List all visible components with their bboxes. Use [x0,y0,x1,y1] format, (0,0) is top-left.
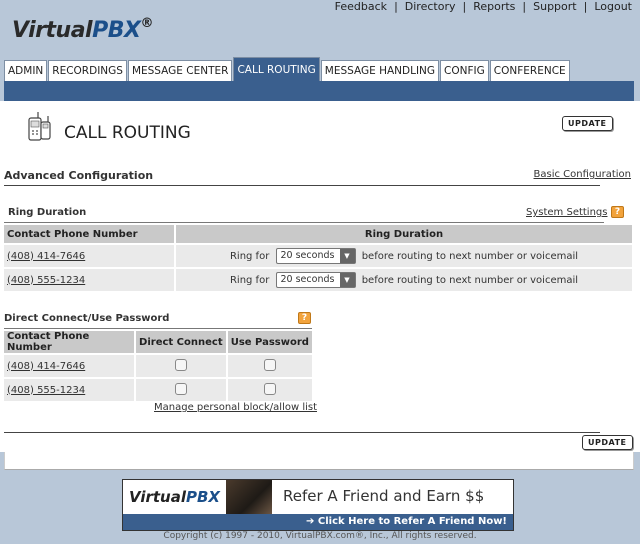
tab-conference[interactable]: CONFERENCE [489,60,570,81]
ring-duration-table: Contact Phone Number Ring Duration (408)… [2,223,634,293]
use-password-checkbox[interactable] [263,358,276,371]
ring-for-label: Ring for [229,251,270,262]
advanced-configuration-heading: Advanced Configuration [4,169,154,182]
table-row: (408) 555-1234 Ring for 20 seconds ▼ befo… [4,269,632,291]
update-button-top[interactable]: UPDATE [562,116,613,131]
phone-link[interactable]: (408) 414-7646 [7,361,85,372]
phone-link[interactable]: (408) 555-1234 [7,275,85,286]
select-value: 20 seconds [280,250,335,261]
separator: | [522,0,527,13]
update-button-bottom[interactable]: UPDATE [582,435,633,450]
use-password-checkbox[interactable] [263,382,276,395]
ring-duration-cell: Ring for 20 seconds ▼ before routing to n… [176,245,632,267]
phone-cell: (408) 555-1234 [4,269,174,291]
direct-connect-checkbox[interactable] [174,358,187,371]
brand-logo: VirtualPBX® [12,16,153,43]
support-link[interactable]: Support [533,0,576,13]
direct-connect-table: Contact Phone Number Direct Connect Use … [2,329,314,403]
tab-config[interactable]: CONFIG [440,60,489,81]
tab-bar [4,81,634,101]
banner-photo [226,480,272,514]
table-header-row: Contact Phone Number Direct Connect Use … [4,331,312,353]
select-value: 20 seconds [280,274,335,285]
ring-duration-select[interactable]: 20 seconds ▼ [275,272,356,288]
banner-logo-main: Virtual [129,488,186,506]
direct-connect-checkbox[interactable] [174,382,187,395]
divider [4,432,600,433]
table-row: (408) 414-7646 [4,355,312,377]
manage-block-allow-link[interactable]: Manage personal block/allow list [154,402,317,413]
ring-duration-cell: Ring for 20 seconds ▼ before routing to n… [176,269,632,291]
phone-icon [28,112,51,141]
separator: | [583,0,588,13]
help-icon[interactable]: ? [298,312,311,324]
column-header: Direct Connect [136,331,226,353]
ring-for-label: Ring for [229,275,270,286]
banner-logo: VirtualPBX [129,488,220,506]
basic-configuration-link[interactable]: Basic Configuration [534,169,631,180]
tab-call-routing[interactable]: CALL ROUTING [233,57,320,81]
tab-admin[interactable]: ADMIN [4,60,48,81]
separator: | [394,0,398,13]
phone-cell: (408) 555-1234 [4,379,134,401]
column-header: Use Password [227,331,312,353]
page-title: CALL ROUTING [64,123,191,143]
phone-link[interactable]: (408) 414-7646 [7,251,85,262]
tab-recordings[interactable]: RECORDINGS [48,60,127,81]
table-header-row: Contact Phone Number Ring Duration [4,225,632,243]
help-icon[interactable]: ? [611,206,624,218]
direct-connect-cell [136,355,226,377]
after-label: before routing to next number or voicema… [361,251,579,262]
chevron-down-icon: ▼ [339,273,355,287]
refer-friend-banner[interactable]: VirtualPBX Refer A Friend and Earn $$ ➔ … [122,479,514,531]
reports-link[interactable]: Reports [473,0,515,13]
tab-message-center[interactable]: MESSAGE CENTER [127,60,233,81]
divider [4,185,600,186]
tab-message-handling[interactable]: MESSAGE HANDLING [320,60,440,81]
logo-text-main: Virtual [12,18,93,43]
copyright-text: Copyright (c) 1997 - 2010, VirtualPBX.co… [163,531,477,541]
logo-registered-mark: ® [140,16,153,31]
refer-friend-cta[interactable]: ➔ Click Here to Refer A Friend Now! [123,514,513,530]
ring-duration-select[interactable]: 20 seconds ▼ [275,248,356,264]
main-tabs: ADMIN RECORDINGS MESSAGE CENTER CALL ROU… [4,57,571,81]
column-header: Ring Duration [176,225,632,243]
table-row: (408) 555-1234 [4,379,312,401]
feedback-link[interactable]: Feedback [335,0,387,13]
content-footer [4,452,634,470]
direct-connect-heading: Direct Connect/Use Password [4,313,170,324]
banner-logo-brand: PBX [186,488,220,506]
use-password-cell [227,355,312,377]
after-label: before routing to next number or voicema… [361,275,579,286]
column-header: Contact Phone Number [4,331,134,353]
phone-cell: (408) 414-7646 [4,245,174,267]
phone-link[interactable]: (408) 555-1234 [7,385,85,396]
system-settings-link[interactable]: System Settings [526,207,607,218]
chevron-down-icon: ▼ [339,249,355,263]
main-content: CALL ROUTING UPDATE Advanced Configurati… [0,101,640,452]
phone-cell: (408) 414-7646 [4,355,134,377]
ring-duration-heading: Ring Duration [8,207,87,218]
direct-connect-cell [136,379,226,401]
directory-link[interactable]: Directory [405,0,456,13]
banner-tagline: Refer A Friend and Earn $$ [283,487,485,505]
logout-link[interactable]: Logout [594,0,632,13]
table-row: (408) 414-7646 Ring for 20 seconds ▼ befo… [4,245,632,267]
top-links: Feedback | Directory | Reports | Support | Logou… [335,0,632,13]
column-header: Contact Phone Number [4,225,174,243]
logo-text-brand: PBX [92,18,141,43]
use-password-cell [227,379,312,401]
separator: | [462,0,467,13]
